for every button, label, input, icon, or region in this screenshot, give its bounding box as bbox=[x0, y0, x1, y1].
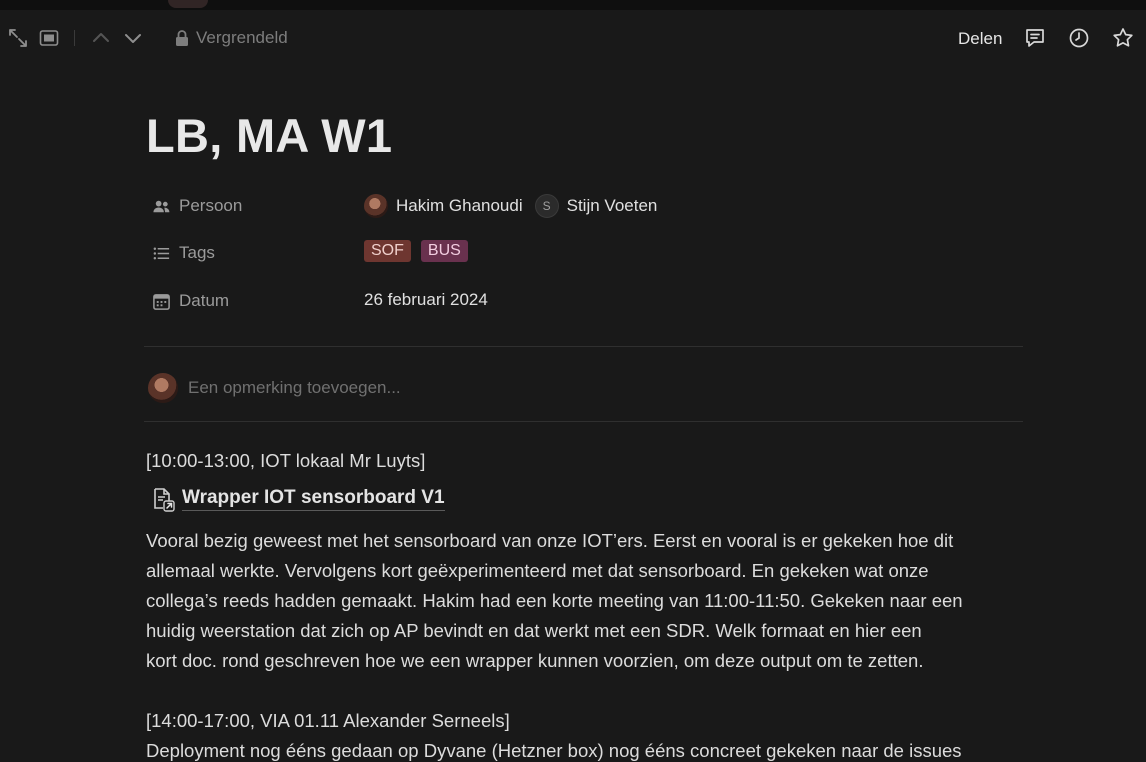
expand-icon[interactable] bbox=[6, 26, 30, 50]
page-link-title: Wrapper IOT sensorboard V1 bbox=[182, 487, 445, 511]
page-link[interactable]: Wrapper IOT sensorboard V1 bbox=[150, 486, 445, 512]
history-icon[interactable] bbox=[1067, 26, 1091, 50]
comment-input[interactable]: Een opmerking toevoegen... bbox=[188, 378, 401, 398]
list-icon bbox=[153, 247, 170, 259]
calendar-icon bbox=[153, 293, 170, 310]
tag-sof[interactable]: SOF bbox=[364, 240, 411, 262]
page-title[interactable]: LB, MA W1 bbox=[146, 108, 392, 163]
divider bbox=[144, 346, 1023, 347]
person-name: Stijn Voeten bbox=[566, 196, 658, 215]
peek-mode-icon[interactable] bbox=[37, 26, 61, 50]
top-bar: Vergrendeld Delen bbox=[0, 10, 1146, 68]
block-time-2[interactable]: [14:00-17:00, VIA 01.11 Alexander Sernee… bbox=[146, 706, 510, 736]
divider bbox=[144, 421, 1023, 422]
people-icon bbox=[153, 200, 170, 212]
block-time-1[interactable]: [10:00-13:00, IOT lokaal Mr Luyts] bbox=[146, 446, 425, 476]
lock-label: Vergrendeld bbox=[196, 28, 288, 47]
property-value-date[interactable]: 26 februari 2024 bbox=[364, 290, 488, 310]
property-value-tags[interactable]: SOF BUS bbox=[364, 240, 478, 262]
person-name: Hakim Ghanoudi bbox=[396, 196, 523, 215]
comment-icon[interactable] bbox=[1023, 26, 1047, 50]
window-top-strip bbox=[0, 0, 1146, 10]
property-value-person[interactable]: Hakim Ghanoudi S Stijn Voeten bbox=[364, 194, 657, 218]
avatar: S bbox=[534, 194, 559, 218]
star-icon[interactable] bbox=[1111, 26, 1135, 50]
locked-indicator[interactable]: Vergrendeld bbox=[174, 28, 288, 48]
page-link-icon bbox=[154, 488, 175, 512]
lock-icon bbox=[176, 30, 188, 46]
avatar bbox=[148, 373, 178, 403]
chevron-up-icon[interactable] bbox=[89, 26, 113, 50]
avatar bbox=[364, 194, 388, 218]
chevron-down-icon[interactable] bbox=[121, 26, 145, 50]
paragraph-2[interactable]: Deployment nog ééns gedaan op Dyvane (He… bbox=[146, 740, 962, 762]
toolbar-separator bbox=[74, 30, 75, 46]
comment-box[interactable]: Een opmerking toevoegen... bbox=[148, 373, 401, 403]
property-label-person[interactable]: Persoon bbox=[152, 196, 242, 216]
property-label-tags[interactable]: Tags bbox=[152, 243, 215, 263]
paragraph-1[interactable]: Vooral bezig geweest met het sensorboard… bbox=[146, 526, 1026, 676]
share-button[interactable]: Delen bbox=[958, 29, 1002, 49]
property-label-date[interactable]: Datum bbox=[152, 291, 229, 311]
tag-bus[interactable]: BUS bbox=[420, 240, 468, 262]
